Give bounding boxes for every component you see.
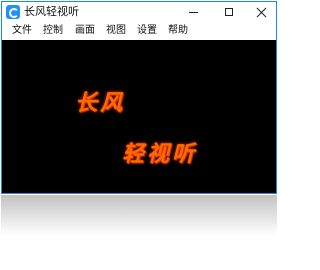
logo-text-line2: 轻视听 (122, 141, 198, 167)
minimize-button[interactable] (178, 2, 208, 22)
menu-settings[interactable]: 设置 (137, 22, 157, 40)
menu-bar: 文件 控制 画面 视图 设置 帮助 (2, 22, 276, 40)
menu-file[interactable]: 文件 (12, 22, 32, 40)
title-bar[interactable]: 长风轻视听 (2, 2, 276, 22)
maximize-icon (225, 8, 233, 16)
menu-help[interactable]: 帮助 (168, 22, 188, 40)
menu-view[interactable]: 视图 (106, 22, 126, 40)
logo-text-line1: 长风 (75, 90, 126, 116)
player-window: 长风轻视听 文件 控制 画面 视图 设置 帮助 长风 轻视听 (1, 1, 277, 194)
window-title: 长风轻视听 (24, 5, 79, 18)
minimize-icon (188, 11, 198, 13)
menu-picture[interactable]: 画面 (75, 22, 95, 40)
app-logo-icon (6, 5, 20, 19)
close-icon (256, 7, 267, 18)
maximize-button[interactable] (214, 2, 244, 22)
menu-control[interactable]: 控制 (43, 22, 63, 40)
video-area[interactable]: 长风 轻视听 (2, 40, 276, 193)
window-reflection (1, 195, 277, 235)
close-button[interactable] (246, 2, 276, 22)
